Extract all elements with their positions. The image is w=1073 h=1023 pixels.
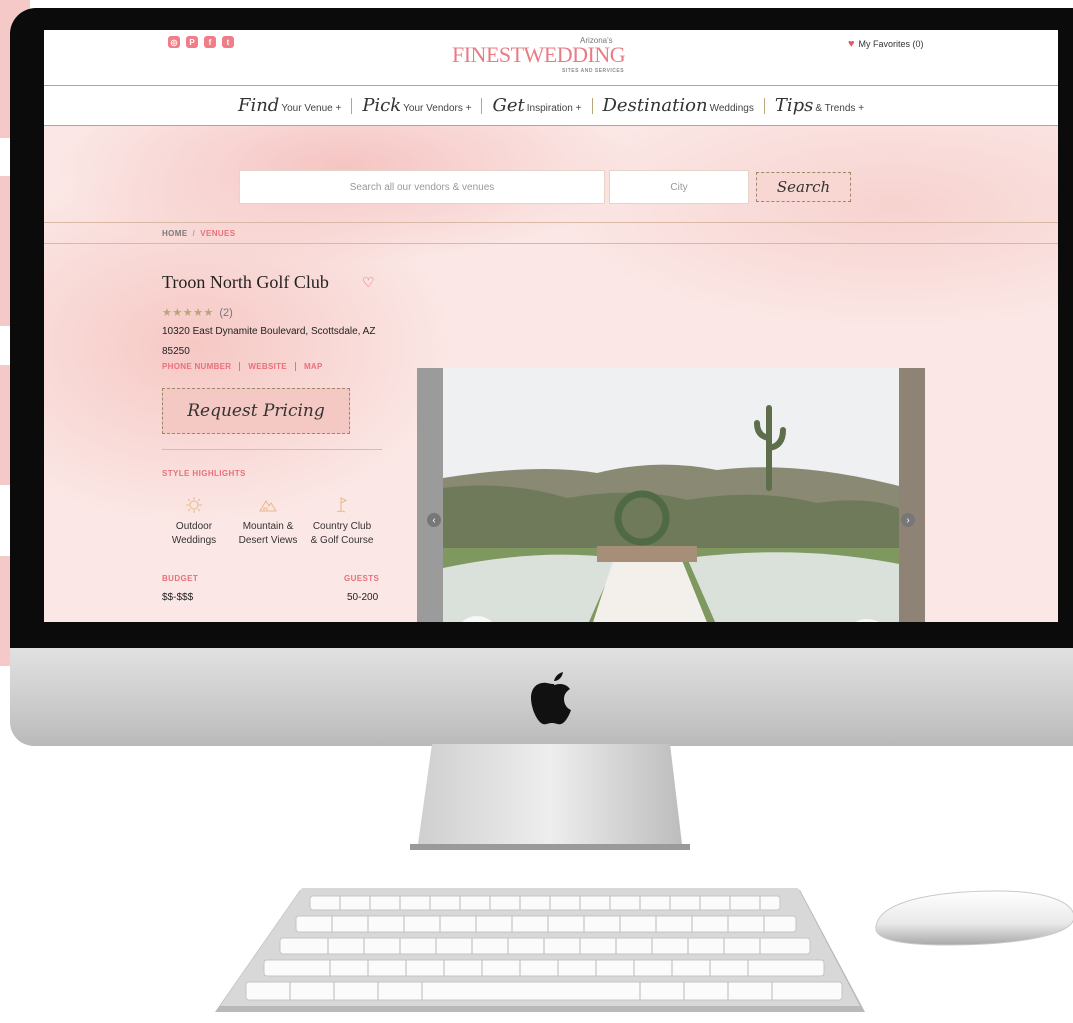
guests-label: GUESTS (344, 574, 380, 583)
nav-label: Inspiration + (526, 103, 582, 114)
browser-viewport: ◎ P f t Arizona's FINESTWEDDING SITES AN… (44, 30, 1058, 622)
link-divider (294, 362, 296, 371)
link-divider (239, 362, 241, 371)
map-link[interactable]: MAP (304, 362, 323, 371)
facebook-icon[interactable]: f (204, 36, 216, 48)
breadcrumb-current[interactable]: VENUES (200, 229, 235, 238)
nav-label: & Trends + (815, 103, 865, 114)
nav-label: Your Venue + (281, 103, 342, 114)
twitter-icon[interactable]: t (222, 36, 234, 48)
nav-script-word: Pick (362, 95, 402, 116)
city-placeholder: City (670, 181, 688, 193)
nav-find-venue[interactable]: Find Your Venue + (228, 95, 351, 116)
breadcrumb: HOME / VENUES (44, 222, 1058, 244)
my-favorites-link[interactable]: ♥ My Favorites (0) (848, 38, 924, 50)
venue-page-body: Search all our vendors & venues City Sea… (44, 126, 1058, 622)
nav-destination-weddings[interactable]: Destination Weddings (593, 95, 764, 116)
apple-logo-icon (531, 672, 571, 725)
venue-address: 10320 East Dynamite Boulevard, Scottsdal… (162, 322, 392, 362)
instagram-icon[interactable]: ◎ (168, 36, 180, 48)
highlight-mountain: Mountain & Desert Views (232, 496, 304, 548)
highlight-label: & Golf Course (310, 535, 374, 546)
nav-script-word: Find (237, 95, 280, 116)
nav-tips-trends[interactable]: Tips & Trends + (765, 95, 874, 116)
guests-value: 50-200 (347, 592, 379, 603)
main-nav: Find Your Venue + Pick Your Vendors + Ge… (44, 86, 1058, 126)
highlight-golf: Country Club & Golf Course (306, 496, 378, 548)
photo-gallery[interactable]: ‹ › (417, 368, 925, 622)
section-divider (162, 449, 382, 450)
phone-number-link[interactable]: PHONE NUMBER (162, 362, 231, 371)
search-button[interactable]: Search (756, 172, 851, 202)
monitor-stand (410, 744, 690, 850)
sun-icon (186, 497, 202, 513)
venue-contact-links: PHONE NUMBER WEBSITE MAP (162, 362, 323, 371)
nav-script-word: Destination (602, 95, 708, 116)
ceremony-photo (417, 368, 925, 622)
site-header: ◎ P f t Arizona's FINESTWEDDING SITES AN… (44, 30, 1058, 86)
favorites-label: My Favorites (0) (858, 39, 924, 49)
gallery-next-icon[interactable]: › (901, 513, 915, 527)
brand-sub: SITES AND SERVICES (562, 68, 625, 74)
nav-script-word: Get (492, 95, 525, 116)
nav-get-inspiration[interactable]: Get Inspiration + (482, 95, 591, 116)
request-pricing-button[interactable]: Request Pricing (162, 388, 350, 434)
website-link[interactable]: WEBSITE (248, 362, 287, 371)
nav-script-word: Tips (774, 95, 814, 116)
search-placeholder: Search all our vendors & venues (349, 181, 495, 193)
budget-label: BUDGET (162, 574, 199, 583)
review-count[interactable]: (2) (219, 307, 232, 319)
venue-title: Troon North Golf Club (162, 272, 329, 292)
heart-icon: ♥ (848, 38, 855, 50)
favorite-heart-icon[interactable]: ♡ (362, 274, 375, 291)
breadcrumb-home[interactable]: HOME (162, 229, 188, 238)
desktop-mockup: ◎ P f t Arizona's FINESTWEDDING SITES AN… (0, 0, 1073, 1023)
golf-flag-icon (336, 497, 348, 513)
address-zip: 85250 (162, 346, 190, 357)
nav-label: Your Vendors + (403, 103, 472, 114)
address-line: 10320 East Dynamite Boulevard, Scottsdal… (162, 326, 376, 337)
keyboard (215, 888, 865, 1012)
highlight-outdoor: Outdoor Weddings (158, 496, 230, 548)
breadcrumb-separator: / (192, 228, 196, 238)
highlight-label: Outdoor (175, 521, 213, 532)
nav-pick-vendors[interactable]: Pick Your Vendors + (352, 95, 481, 116)
style-highlights-title: STYLE HIGHLIGHTS (162, 469, 246, 478)
budget-value: $$-$$$ (162, 592, 194, 603)
mountain-icon (259, 500, 277, 512)
nav-label: Weddings (709, 103, 754, 114)
pinterest-icon[interactable]: P (186, 36, 198, 48)
mouse (875, 890, 1073, 946)
social-links: ◎ P f t (168, 36, 234, 48)
highlight-label: Desert Views (238, 535, 298, 546)
site-logo[interactable]: Arizona's FINESTWEDDING SITES AND SERVIC… (452, 36, 652, 80)
highlight-label: Weddings (171, 535, 217, 546)
brand-main: FINESTWEDDING (452, 42, 626, 67)
search-input[interactable]: Search all our vendors & venues (239, 170, 605, 204)
star-rating: ★★★★★ (2) (162, 306, 233, 319)
city-input[interactable]: City (609, 170, 749, 204)
gallery-prev-icon[interactable]: ‹ (427, 513, 441, 527)
highlight-label: Country Club (312, 521, 372, 532)
stars-icon: ★★★★★ (162, 307, 214, 319)
highlight-label: Mountain & (242, 521, 294, 532)
